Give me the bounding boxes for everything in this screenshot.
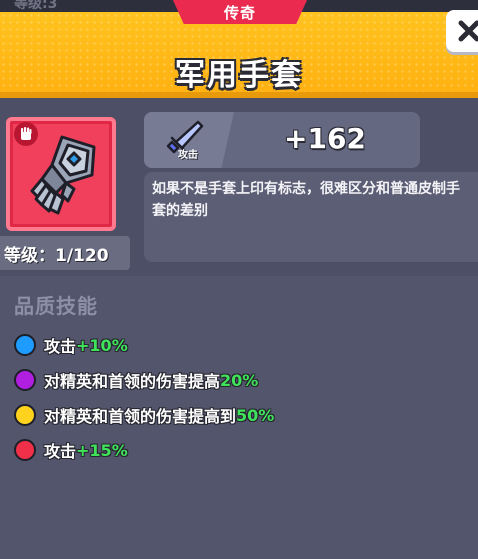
skill-dot-icon xyxy=(14,404,36,426)
stat-type-label: 攻击 xyxy=(178,150,198,161)
skill-dot-icon xyxy=(14,369,36,391)
header-banner: 军用手套 xyxy=(0,12,478,98)
skill-dot-icon xyxy=(14,334,36,356)
item-icon-card[interactable] xyxy=(6,117,116,231)
skill-value: +15% xyxy=(76,440,128,460)
stat-bar: 攻击 +162 xyxy=(144,112,420,168)
skill-row: 攻击 +10% xyxy=(14,332,128,358)
item-level: 等级：1/120 xyxy=(0,236,130,270)
close-button[interactable] xyxy=(446,10,478,52)
item-title: 军用手套 xyxy=(175,58,303,93)
quality-skills-panel: 品质技能 攻击 +10% 对精英和首领的伤害提高 20% 对精英和首领的伤害提高… xyxy=(0,276,478,559)
skills-heading: 品质技能 xyxy=(14,294,98,318)
close-icon xyxy=(458,20,478,42)
skill-row: 攻击 +15% xyxy=(14,437,128,463)
skill-text: 攻击 xyxy=(44,337,77,356)
stat-value: +162 xyxy=(284,122,366,155)
skill-text: 对精英和首领的伤害提高 xyxy=(44,372,221,391)
skill-value: 20% xyxy=(220,370,259,390)
skill-text: 对精英和首领的伤害提高到 xyxy=(44,407,237,426)
skill-value: +10% xyxy=(76,335,128,355)
skill-value: 50% xyxy=(236,405,275,425)
item-detail-popup: 等级:3 军用手套 传奇 等级：1/120 攻击 +162 如果不是手套上印有标… xyxy=(0,0,478,559)
rarity-ribbon: 传奇 xyxy=(173,0,307,24)
item-description: 如果不是手套上印有标志，很难区分和普通皮制手套的差别 xyxy=(152,181,460,219)
gauntlet-icon xyxy=(30,135,96,215)
skill-row: 对精英和首领的伤害提高到 50% xyxy=(14,402,274,428)
description-box: 如果不是手套上印有标志，很难区分和普通皮制手套的差别 xyxy=(144,172,478,262)
skill-row: 对精英和首领的伤害提高 20% xyxy=(14,367,258,393)
skill-dot-icon xyxy=(14,439,36,461)
skill-text: 攻击 xyxy=(44,442,77,461)
